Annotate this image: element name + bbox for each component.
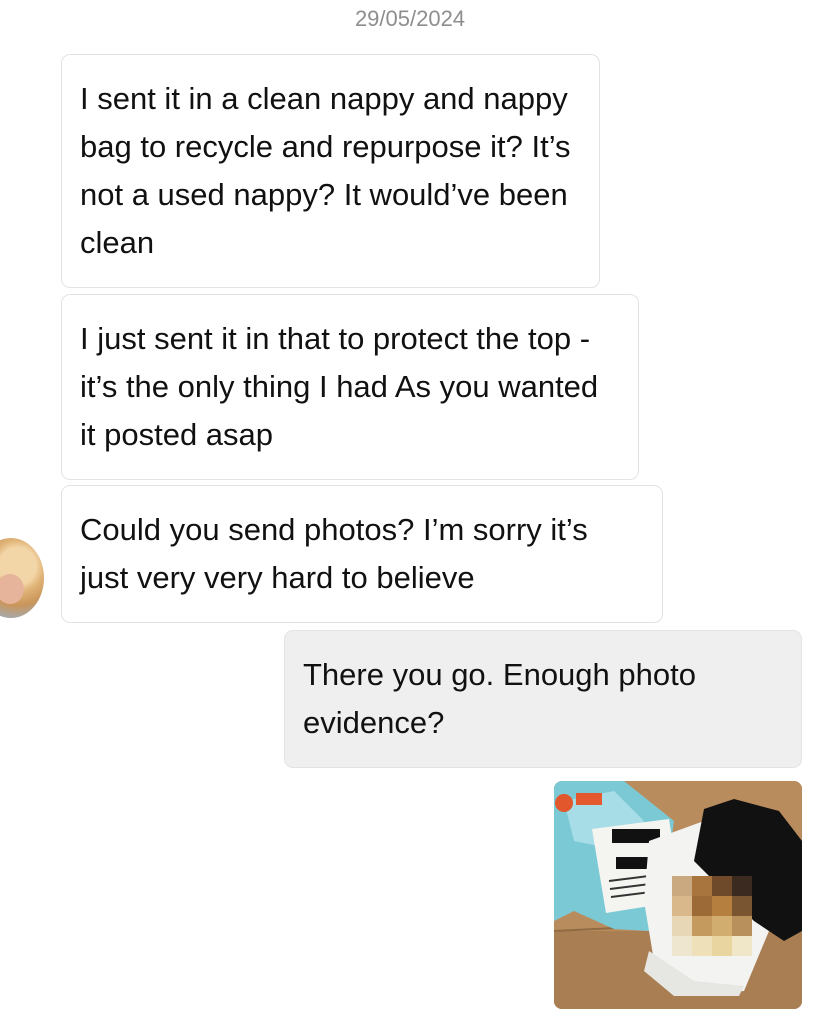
message-text: I sent it in a clean nappy and nappy bag… <box>80 81 571 260</box>
message-bubble-incoming[interactable]: I just sent it in that to protect the to… <box>61 294 639 480</box>
contact-avatar[interactable] <box>0 538 44 618</box>
message-text: Could you send photos? I’m sorry it’s ju… <box>80 512 588 595</box>
pixelated-blur <box>672 876 752 956</box>
message-bubble-outgoing[interactable]: There you go. Enough photo evidence? <box>284 630 802 768</box>
message-bubble-incoming[interactable]: I sent it in a clean nappy and nappy bag… <box>61 54 600 288</box>
message-text: I just sent it in that to protect the to… <box>80 321 599 452</box>
photo-attachment[interactable] <box>554 781 802 1009</box>
message-bubble-incoming[interactable]: Could you send photos? I’m sorry it’s ju… <box>61 485 663 623</box>
date-separator: 29/05/2024 <box>354 6 466 31</box>
photo-image <box>554 781 802 1009</box>
message-text: There you go. Enough photo evidence? <box>303 657 696 740</box>
avatar-face <box>0 574 24 604</box>
chat-thread: 29/05/2024 I sent it in a clean nappy an… <box>0 0 820 1024</box>
